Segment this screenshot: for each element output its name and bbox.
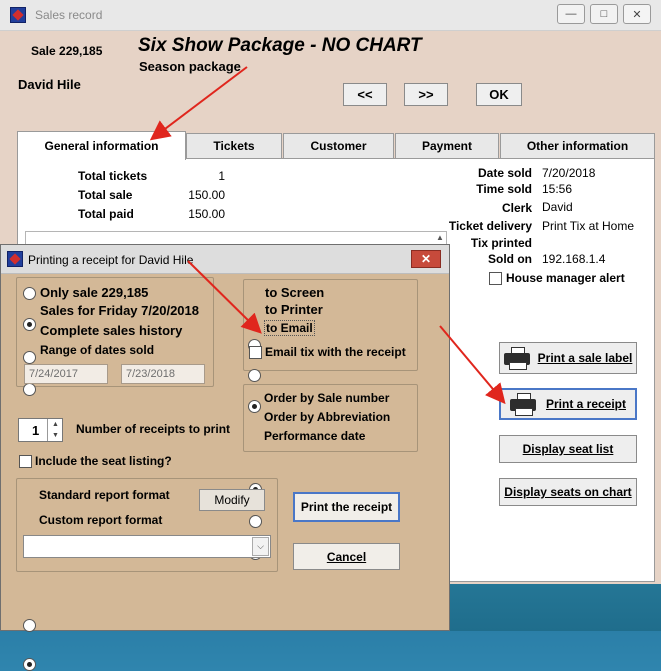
destination-radio-printer[interactable] <box>248 369 261 382</box>
print-the-receipt-text: Print the receipt <box>300 500 393 514</box>
sold-on-value: 192.168.1.4 <box>542 252 606 266</box>
receipt-count-value: 1 <box>32 423 40 438</box>
include-seat-listing-checkbox[interactable] <box>19 455 32 468</box>
cancel-button[interactable]: Cancel <box>293 543 400 570</box>
maximize-icon[interactable]: □ <box>590 4 618 24</box>
dialog-close-icon[interactable]: ✕ <box>411 250 441 268</box>
printer-icon <box>503 347 530 370</box>
tab-tickets[interactable]: Tickets <box>186 133 282 158</box>
format-radio-standard[interactable] <box>23 619 36 632</box>
print-receipt-text: Print a receipt <box>545 397 627 411</box>
scroll-up-icon[interactable]: ▲ <box>436 233 444 243</box>
app-icon <box>10 7 26 23</box>
app-icon <box>7 251 23 267</box>
total-tickets-label: Total tickets <box>78 169 148 183</box>
print-receipt-button[interactable]: Print a receipt <box>499 388 637 420</box>
date-to-field[interactable]: 7/23/2018 <box>121 364 205 384</box>
date-sold-value: 7/20/2018 <box>542 166 596 180</box>
display-seat-list-text: Display seat list <box>522 442 614 456</box>
receipt-count-stepper[interactable]: 1 ▲ ▼ <box>18 418 63 442</box>
tab-general-information[interactable]: General information <box>17 131 186 160</box>
scope-label-sales-for-date: Sales for Friday 7/20/2018 <box>40 303 199 318</box>
destination-label-printer: to Printer <box>265 302 323 317</box>
order-label-abbreviation: Order by Abbreviation <box>264 410 391 424</box>
window-title: Sales record <box>35 8 103 22</box>
format-label-standard: Standard report format <box>39 488 170 502</box>
sale-number-label: Sale 229,185 <box>31 44 103 58</box>
tab-customer[interactable]: Customer <box>283 133 394 158</box>
print-the-receipt-button[interactable]: Print the receipt <box>293 492 400 522</box>
sales-record-titlebar: Sales record — □ ✕ <box>0 0 661 31</box>
modify-text: Modify <box>214 493 250 507</box>
scope-label-range-of-dates: Range of dates sold <box>40 343 155 357</box>
time-sold-label: Time sold <box>476 182 532 196</box>
scope-radio-sales-for-date[interactable] <box>23 318 36 331</box>
email-tix-checkbox[interactable] <box>249 346 262 359</box>
print-sale-label-button[interactable]: Print a sale label <box>499 342 637 374</box>
scope-radio-only-sale[interactable] <box>23 287 36 300</box>
package-subtitle: Season package <box>139 59 241 74</box>
ok-button[interactable]: OK <box>476 83 522 106</box>
printer-icon <box>509 393 536 416</box>
clerk-value: David <box>542 200 573 214</box>
tab-other-information[interactable]: Other information <box>500 133 655 158</box>
display-seat-list-button[interactable]: Display seat list <box>499 435 637 463</box>
include-seat-listing-label: Include the seat listing? <box>35 454 172 468</box>
scope-label-only-sale: Only sale 229,185 <box>40 285 149 300</box>
format-label-custom: Custom report format <box>39 513 163 527</box>
email-tix-label: Email tix with the receipt <box>265 345 406 359</box>
dialog-title: Printing a receipt for David Hile <box>28 253 194 267</box>
clerk-label: Clerk <box>501 201 532 215</box>
house-manager-alert-label: House manager alert <box>506 271 625 285</box>
prev-record-button[interactable]: << <box>343 83 387 106</box>
tab-payment[interactable]: Payment <box>395 133 499 158</box>
cancel-text: Cancel <box>326 549 367 564</box>
ticket-delivery-value: Print Tix at Home <box>542 219 635 233</box>
format-radio-custom[interactable] <box>23 658 36 671</box>
stepper-arrows-icon[interactable]: ▲ ▼ <box>47 419 63 441</box>
display-seats-on-chart-text: Display seats on chart <box>504 485 632 499</box>
scope-radio-range-of-dates[interactable] <box>23 383 36 396</box>
house-manager-alert-checkbox[interactable] <box>489 272 502 285</box>
scope-label-complete-history: Complete sales history <box>40 323 183 338</box>
date-sold-label: Date sold <box>477 166 532 180</box>
destination-label-email: to Email <box>264 320 315 336</box>
receipt-count-label: Number of receipts to print <box>76 422 231 436</box>
next-record-button[interactable]: >> <box>404 83 448 106</box>
scope-radio-complete-history[interactable] <box>23 351 36 364</box>
total-sale-value: 150.00 <box>188 188 225 202</box>
print-receipt-dialog: Printing a receipt for David Hile ✕ Only… <box>0 244 450 671</box>
order-label-performance-date: Performance date <box>264 429 366 443</box>
display-seats-on-chart-button[interactable]: Display seats on chart <box>499 478 637 506</box>
total-sale-label: Total sale <box>78 188 133 202</box>
close-icon[interactable]: ✕ <box>623 4 651 24</box>
minimize-icon[interactable]: — <box>557 4 585 24</box>
modify-button[interactable]: Modify <box>199 489 265 511</box>
package-title: Six Show Package - NO CHART <box>138 35 422 56</box>
total-tickets-value: 1 <box>218 169 225 183</box>
date-from-field[interactable]: 7/24/2017 <box>24 364 108 384</box>
total-paid-value: 150.00 <box>188 207 225 221</box>
destination-label-screen: to Screen <box>265 285 325 300</box>
order-label-sale-number: Order by Sale number <box>264 391 390 405</box>
total-paid-label: Total paid <box>78 207 134 221</box>
dialog-titlebar: Printing a receipt for David Hile ✕ <box>1 245 449 274</box>
customer-name: David Hile <box>18 77 81 92</box>
print-sale-label-text: Print a sale label <box>537 351 633 365</box>
chevron-down-icon[interactable]: ⌵ <box>252 537 269 556</box>
time-sold-value: 15:56 <box>542 182 573 196</box>
custom-format-select[interactable]: ⌵ <box>23 535 271 558</box>
